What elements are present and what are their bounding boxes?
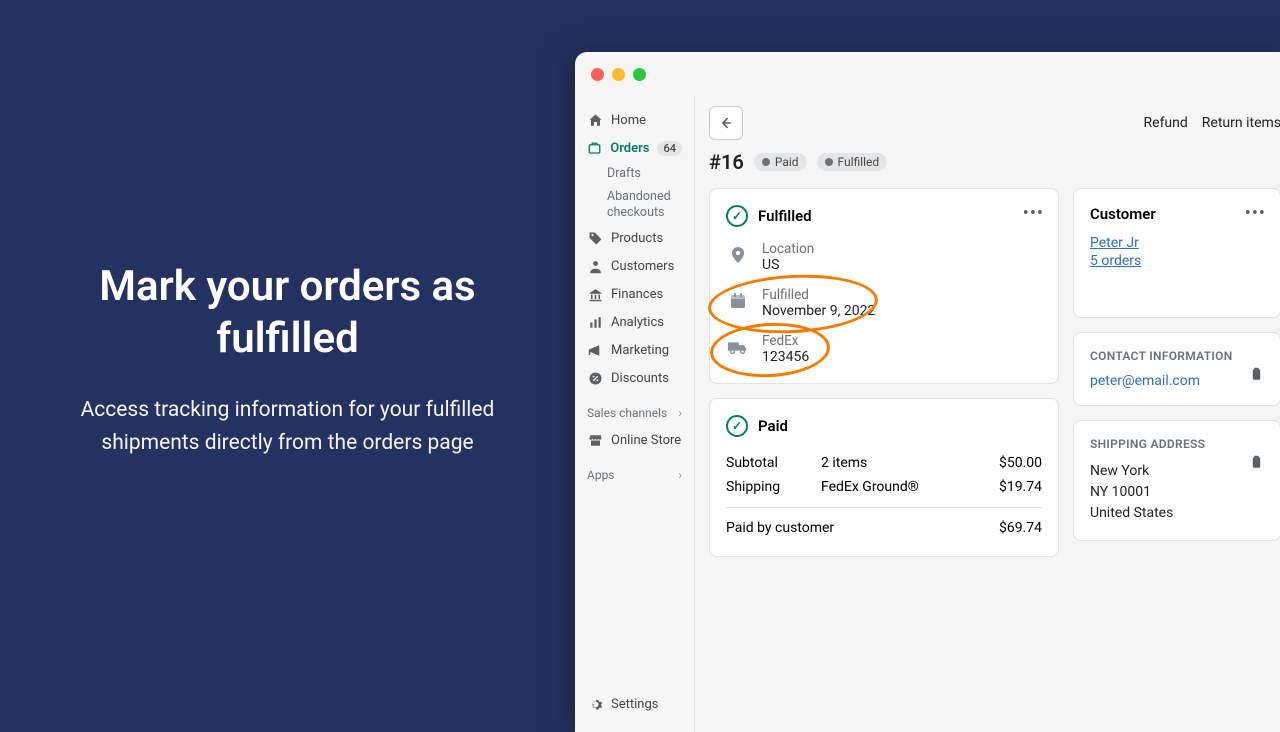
close-icon[interactable] bbox=[591, 68, 604, 81]
sidebar-item-products[interactable]: Products bbox=[575, 224, 694, 252]
store-icon bbox=[587, 432, 603, 448]
shipping-method: FedEx Ground® bbox=[821, 479, 999, 495]
sidebar-item-label: Customers bbox=[611, 259, 674, 274]
order-id: #16 bbox=[709, 150, 744, 174]
address-country: United States bbox=[1090, 503, 1264, 524]
orders-badge: 64 bbox=[657, 141, 682, 156]
location-value: US bbox=[762, 257, 814, 273]
shipping-value: $19.74 bbox=[999, 479, 1042, 495]
sidebar-item-online-store[interactable]: Online Store bbox=[575, 426, 694, 454]
products-icon bbox=[587, 230, 603, 246]
marketing-icon bbox=[587, 342, 603, 358]
sidebar-item-analytics[interactable]: Analytics bbox=[575, 308, 694, 336]
check-circle-icon bbox=[726, 415, 748, 437]
truck-icon bbox=[726, 335, 750, 359]
sidebar-item-label: Marketing bbox=[611, 343, 669, 358]
sidebar-item-label: Finances bbox=[611, 287, 663, 302]
customer-name-link[interactable]: Peter Jr bbox=[1090, 235, 1264, 251]
sidebar-item-label: Home bbox=[611, 113, 646, 128]
customer-email[interactable]: peter@email.com bbox=[1090, 373, 1264, 389]
location-label: Location bbox=[762, 241, 814, 257]
return-items-action[interactable]: Return items bbox=[1202, 115, 1280, 131]
chevron-right-icon: › bbox=[678, 468, 682, 482]
sidebar: Home Orders 64 Drafts Abandoned checkout… bbox=[575, 96, 695, 732]
card-actions-menu[interactable]: ••• bbox=[1023, 203, 1044, 224]
sidebar-item-discounts[interactable]: Discounts bbox=[575, 364, 694, 392]
fulfilled-date: November 9, 2022 bbox=[762, 303, 875, 319]
subtotal-value: $50.00 bbox=[999, 455, 1042, 471]
promo-title: Mark your orders as fulfilled bbox=[60, 261, 515, 366]
sidebar-item-label: Settings bbox=[611, 697, 658, 712]
sidebar-item-label: Products bbox=[611, 231, 663, 246]
sidebar-item-finances[interactable]: Finances bbox=[575, 280, 694, 308]
card-title: Paid bbox=[758, 417, 788, 435]
sidebar-sub-abandoned[interactable]: Abandoned checkouts bbox=[575, 185, 694, 224]
location-pin-icon bbox=[726, 243, 750, 267]
sidebar-head-apps[interactable]: Apps › bbox=[575, 454, 694, 488]
sidebar-item-label: Orders bbox=[610, 141, 649, 156]
total-value: $69.74 bbox=[999, 520, 1042, 536]
subtotal-label: Subtotal bbox=[726, 455, 821, 471]
maximize-icon[interactable] bbox=[633, 68, 646, 81]
chevron-right-icon: › bbox=[678, 406, 682, 420]
sidebar-item-label: Discounts bbox=[611, 371, 669, 386]
customer-orders-link[interactable]: 5 orders bbox=[1090, 253, 1264, 269]
minimize-icon[interactable] bbox=[612, 68, 625, 81]
contact-info-card: CONTACT INFORMATION peter@email.com bbox=[1073, 332, 1280, 406]
paid-card: Paid Subtotal 2 items $50.00 Shipping Fe… bbox=[709, 398, 1059, 557]
main-content: Refund Return items #16 Paid Fulfilled •… bbox=[695, 96, 1280, 732]
card-title: Customer bbox=[1090, 205, 1264, 223]
address-city: New York bbox=[1090, 461, 1264, 482]
analytics-icon bbox=[587, 314, 603, 330]
fulfilled-label: Fulfilled bbox=[762, 287, 875, 303]
calendar-icon bbox=[726, 289, 750, 313]
fulfilled-card: ••• Fulfilled Location US bbox=[709, 188, 1059, 384]
status-badge-fulfilled: Fulfilled bbox=[817, 153, 888, 171]
sidebar-item-marketing[interactable]: Marketing bbox=[575, 336, 694, 364]
customer-card: ••• Customer Peter Jr 5 orders bbox=[1073, 188, 1280, 318]
card-actions-menu[interactable]: ••• bbox=[1245, 203, 1266, 224]
address-zip: NY 10001 bbox=[1090, 482, 1264, 503]
discounts-icon bbox=[587, 370, 603, 386]
sidebar-sub-drafts[interactable]: Drafts bbox=[575, 162, 694, 185]
sidebar-item-orders[interactable]: Orders 64 bbox=[575, 134, 694, 162]
sidebar-item-home[interactable]: Home bbox=[575, 106, 694, 134]
status-badge-paid: Paid bbox=[754, 153, 807, 171]
finances-icon bbox=[587, 286, 603, 302]
check-circle-icon bbox=[726, 205, 748, 227]
back-button[interactable] bbox=[709, 106, 743, 140]
clipboard-icon[interactable] bbox=[1249, 455, 1264, 470]
carrier-label: FedEx bbox=[762, 333, 809, 349]
contact-info-title: CONTACT INFORMATION bbox=[1090, 349, 1264, 363]
home-icon bbox=[587, 112, 603, 128]
shipping-label: Shipping bbox=[726, 479, 821, 495]
sidebar-item-settings[interactable]: Settings bbox=[575, 690, 670, 718]
sidebar-head-sales[interactable]: Sales channels › bbox=[575, 392, 694, 426]
total-label: Paid by customer bbox=[726, 520, 999, 536]
customers-icon bbox=[587, 258, 603, 274]
window-titlebar bbox=[575, 52, 1280, 96]
sidebar-item-label: Analytics bbox=[611, 315, 664, 330]
card-title: Fulfilled bbox=[758, 207, 812, 225]
orders-icon bbox=[587, 140, 602, 156]
shipping-title: SHIPPING ADDRESS bbox=[1090, 437, 1264, 451]
tracking-number[interactable]: 123456 bbox=[762, 349, 809, 365]
sidebar-item-label: Online Store bbox=[611, 433, 681, 448]
gear-icon bbox=[587, 696, 603, 712]
promo-subtitle: Access tracking information for your ful… bbox=[60, 394, 515, 459]
arrow-left-icon bbox=[718, 115, 734, 131]
clipboard-icon[interactable] bbox=[1249, 367, 1264, 382]
shipping-address-card: SHIPPING ADDRESS New York NY 10001 Unite… bbox=[1073, 420, 1280, 541]
app-window: Home Orders 64 Drafts Abandoned checkout… bbox=[575, 52, 1280, 732]
refund-action[interactable]: Refund bbox=[1144, 115, 1188, 131]
subtotal-qty: 2 items bbox=[821, 455, 999, 471]
sidebar-item-customers[interactable]: Customers bbox=[575, 252, 694, 280]
